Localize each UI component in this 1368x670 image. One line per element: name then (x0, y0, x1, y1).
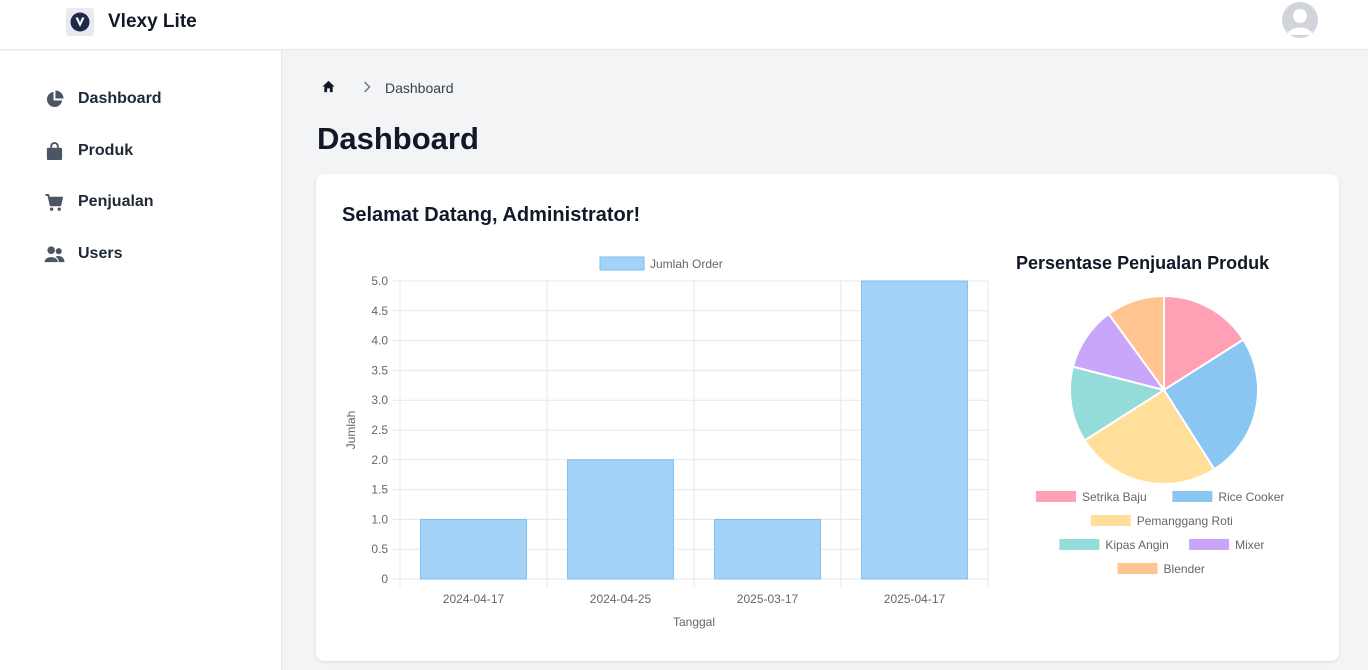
welcome-heading: Selamat Datang, Administrator! (342, 204, 641, 226)
bar (714, 518, 821, 580)
breadcrumb: Dashboard (322, 80, 454, 96)
pie-legend-swatch (1090, 515, 1131, 526)
pie-legend-swatch (1172, 491, 1213, 502)
x-tick-label: 2025-04-17 (884, 592, 946, 606)
chart-pie-icon (43, 88, 65, 110)
pie-legend-label: Blender (1164, 562, 1205, 576)
user-avatar[interactable] (1282, 2, 1318, 38)
sidebar-item-dashboard[interactable]: Dashboard (43, 86, 162, 112)
pie-chart-svg: Setrika Baju Rice Cooker Pemanggang Roti Ki… (1035, 294, 1284, 576)
y-tick-label: 0 (381, 572, 388, 586)
pie-legend-swatch (1117, 563, 1158, 574)
page-title: Dashboard (317, 121, 479, 156)
y-tick-label: 2.5 (371, 423, 388, 437)
vlexy-logo-icon (66, 8, 94, 36)
app-name: Vlexy Lite (108, 11, 197, 32)
sidebar: Dashboard Produk Penjualan Users (0, 51, 282, 670)
shopping-cart-icon (43, 191, 65, 213)
sidebar-item-label: Dashboard (78, 90, 162, 107)
x-tick-label: 2025-03-17 (737, 592, 799, 606)
orders-bar-chart: Jumlah Order 0 0.5 1.0 1.5 2.0 2.5 3.0 3.5 4.0 4.5… (330, 250, 1000, 640)
legend-swatch (599, 256, 645, 271)
pie-chart-title: Persentase Penjualan Produk (1016, 253, 1270, 273)
bar-chart-svg: Jumlah Order 0 0.5 1.0 1.5 2.0 2.5 3.0 3.5 4.0 4.5… (344, 256, 989, 629)
bar (420, 518, 527, 580)
pie-legend-label: Pemanggang Roti (1137, 514, 1233, 528)
y-tick-label: 3.5 (371, 363, 388, 377)
pie-legend-label: Rice Cooker (1218, 490, 1284, 504)
x-tick-label: 2024-04-17 (443, 592, 505, 606)
pie-legend-swatch (1189, 539, 1230, 550)
home-icon[interactable] (322, 80, 335, 96)
y-tick-label: 2.0 (371, 453, 388, 467)
shopping-bag-icon (43, 140, 65, 162)
sidebar-item-label: Users (78, 245, 123, 262)
pie-legend-label: Setrika Baju (1082, 490, 1147, 504)
pie-legend-label: Kipas Angin (1105, 538, 1168, 552)
sidebar-item-label: Penjualan (78, 193, 154, 210)
sidebar-item-penjualan[interactable]: Penjualan (43, 189, 154, 215)
y-tick-label: 4.0 (371, 334, 388, 348)
bar (861, 280, 968, 580)
y-tick-label: 5.0 (371, 274, 388, 288)
x-tick-label: 2024-04-25 (590, 592, 652, 606)
legend-label: Jumlah Order (650, 257, 723, 271)
y-tick-label: 1.5 (371, 483, 388, 497)
sales-pie-chart: Setrika Baju Rice Cooker Pemanggang Roti Ki… (1010, 285, 1330, 595)
y-tick-label: 0.5 (371, 542, 388, 556)
pie-legend-swatch (1059, 539, 1100, 550)
sidebar-item-label: Produk (78, 142, 134, 159)
x-axis-title: Tanggal (673, 615, 715, 629)
breadcrumb-current: Dashboard (385, 80, 454, 96)
y-tick-label: 3.0 (371, 393, 388, 407)
sidebar-item-users[interactable]: Users (43, 241, 122, 267)
y-tick-label: 1.0 (371, 512, 388, 526)
pie-legend-swatch (1035, 491, 1076, 502)
pie-legend-label: Mixer (1235, 538, 1264, 552)
top-bar: Vlexy Lite (0, 0, 1368, 50)
sidebar-item-produk[interactable]: Produk (43, 138, 133, 164)
users-icon (43, 243, 65, 265)
y-tick-label: 4.5 (371, 304, 388, 318)
brand[interactable]: Vlexy Lite (66, 8, 197, 36)
y-axis-title: Jumlah (344, 411, 358, 450)
bar (567, 459, 674, 580)
bar-legend: Jumlah Order (599, 256, 723, 271)
chevron-right-icon (363, 80, 371, 96)
